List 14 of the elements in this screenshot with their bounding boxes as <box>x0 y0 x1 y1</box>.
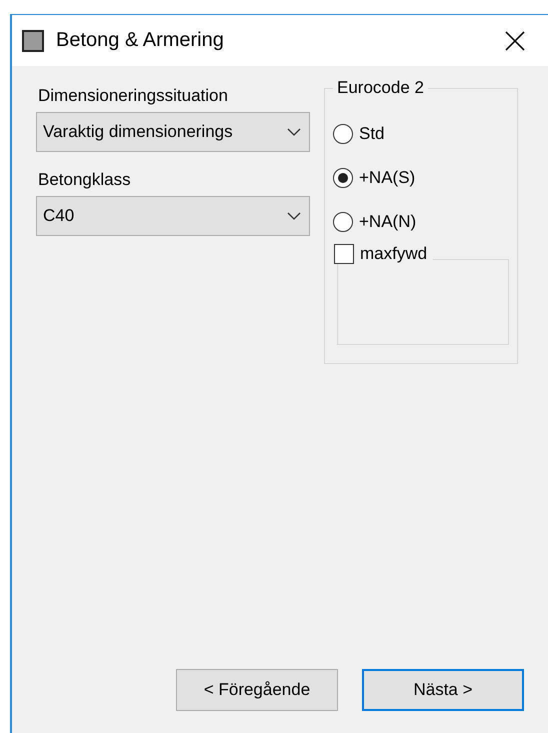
dropdown[interactable]: Varaktig dimensionerings <box>36 112 310 152</box>
window-title: Betong & Armering <box>56 29 225 52</box>
checkbox-option[interactable]: maxfywd <box>334 244 434 264</box>
next-button[interactable]: Nästa > <box>362 669 524 711</box>
window-icon <box>22 30 44 52</box>
radio-option[interactable]: +NA(N) <box>333 207 517 237</box>
chevron-down-icon <box>287 212 301 220</box>
dropdown[interactable]: C40 <box>36 196 310 236</box>
chevron-down-icon <box>287 128 301 136</box>
radio-option[interactable]: +NA(S) <box>333 163 517 193</box>
field-label: Dimensioneringssituation <box>38 86 229 106</box>
field-label: Betongklass <box>38 170 132 190</box>
back-button[interactable]: < Föregående <box>176 669 338 711</box>
radio-option[interactable]: Std <box>333 119 517 149</box>
